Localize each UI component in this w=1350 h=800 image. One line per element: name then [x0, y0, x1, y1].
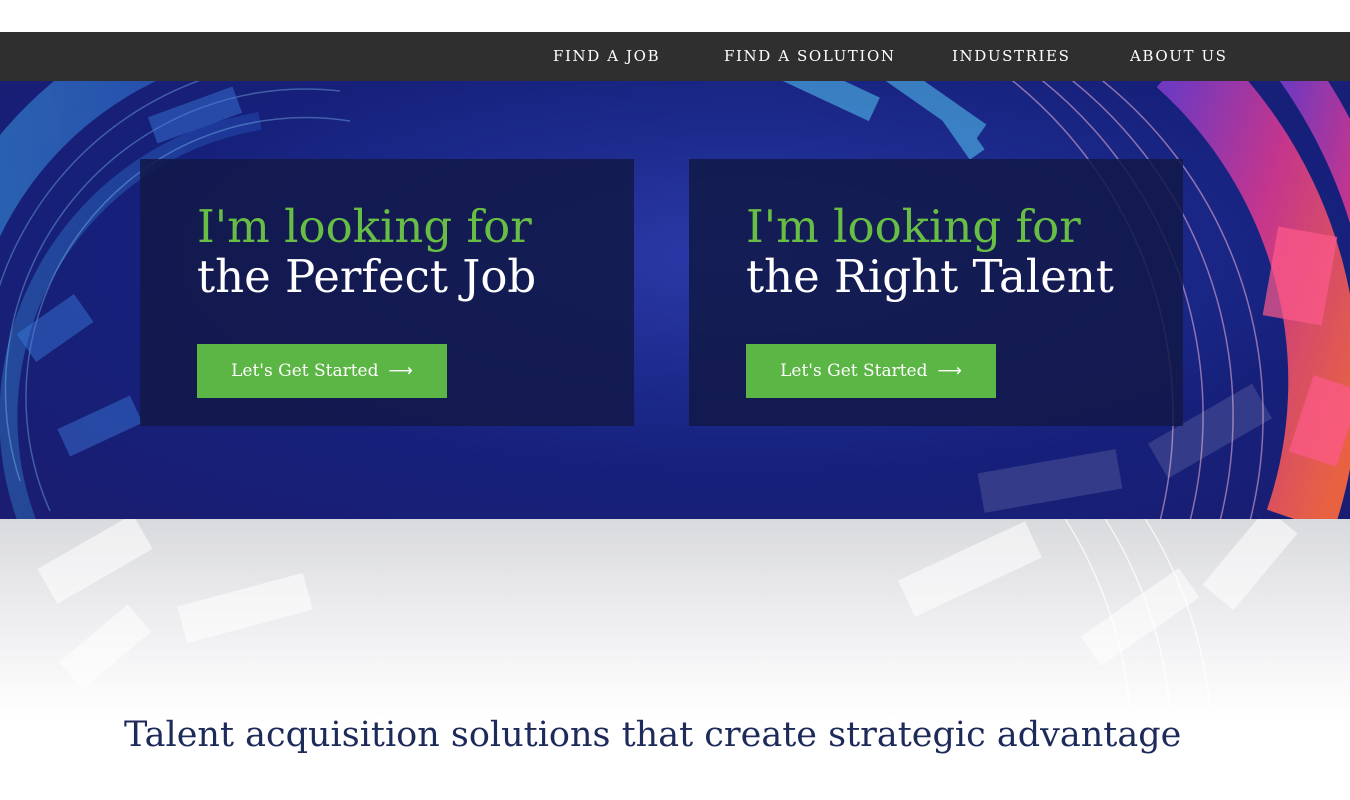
nav-about-us[interactable]: ABOUT US — [1130, 32, 1228, 81]
job-seeker-get-started-button[interactable]: Let's Get Started ⟶ — [197, 344, 447, 398]
button-label: Let's Get Started — [780, 361, 928, 381]
employer-card: I'm looking for the Right Talent Let's G… — [689, 159, 1183, 426]
page-tagline: Talent acquisition solutions that create… — [124, 715, 1182, 755]
job-seeker-card: I'm looking for the Perfect Job Let's Ge… — [140, 159, 634, 426]
arrow-right-icon: ⟶ — [388, 361, 413, 381]
card-heading-line1: I'm looking for — [197, 200, 532, 253]
button-label: Let's Get Started — [231, 361, 379, 381]
search-icon[interactable] — [1188, 0, 1212, 4]
top-utility-bar — [0, 0, 1350, 32]
card-heading-line1: I'm looking for — [746, 200, 1081, 253]
main-navigation: FIND A JOB FIND A SOLUTION INDUSTRIES AB… — [0, 32, 1350, 81]
nav-find-a-solution[interactable]: FIND A SOLUTION — [724, 32, 896, 81]
employer-get-started-button[interactable]: Let's Get Started ⟶ — [746, 344, 996, 398]
card-heading-line2: the Perfect Job — [197, 250, 537, 303]
card-heading-line2: the Right Talent — [746, 250, 1114, 303]
hero-fade-area — [0, 519, 1350, 719]
arrow-right-icon: ⟶ — [937, 361, 962, 381]
nav-industries[interactable]: INDUSTRIES — [952, 32, 1070, 81]
nav-find-a-job[interactable]: FIND A JOB — [553, 32, 660, 81]
faded-background-graphic — [37, 519, 1298, 710]
